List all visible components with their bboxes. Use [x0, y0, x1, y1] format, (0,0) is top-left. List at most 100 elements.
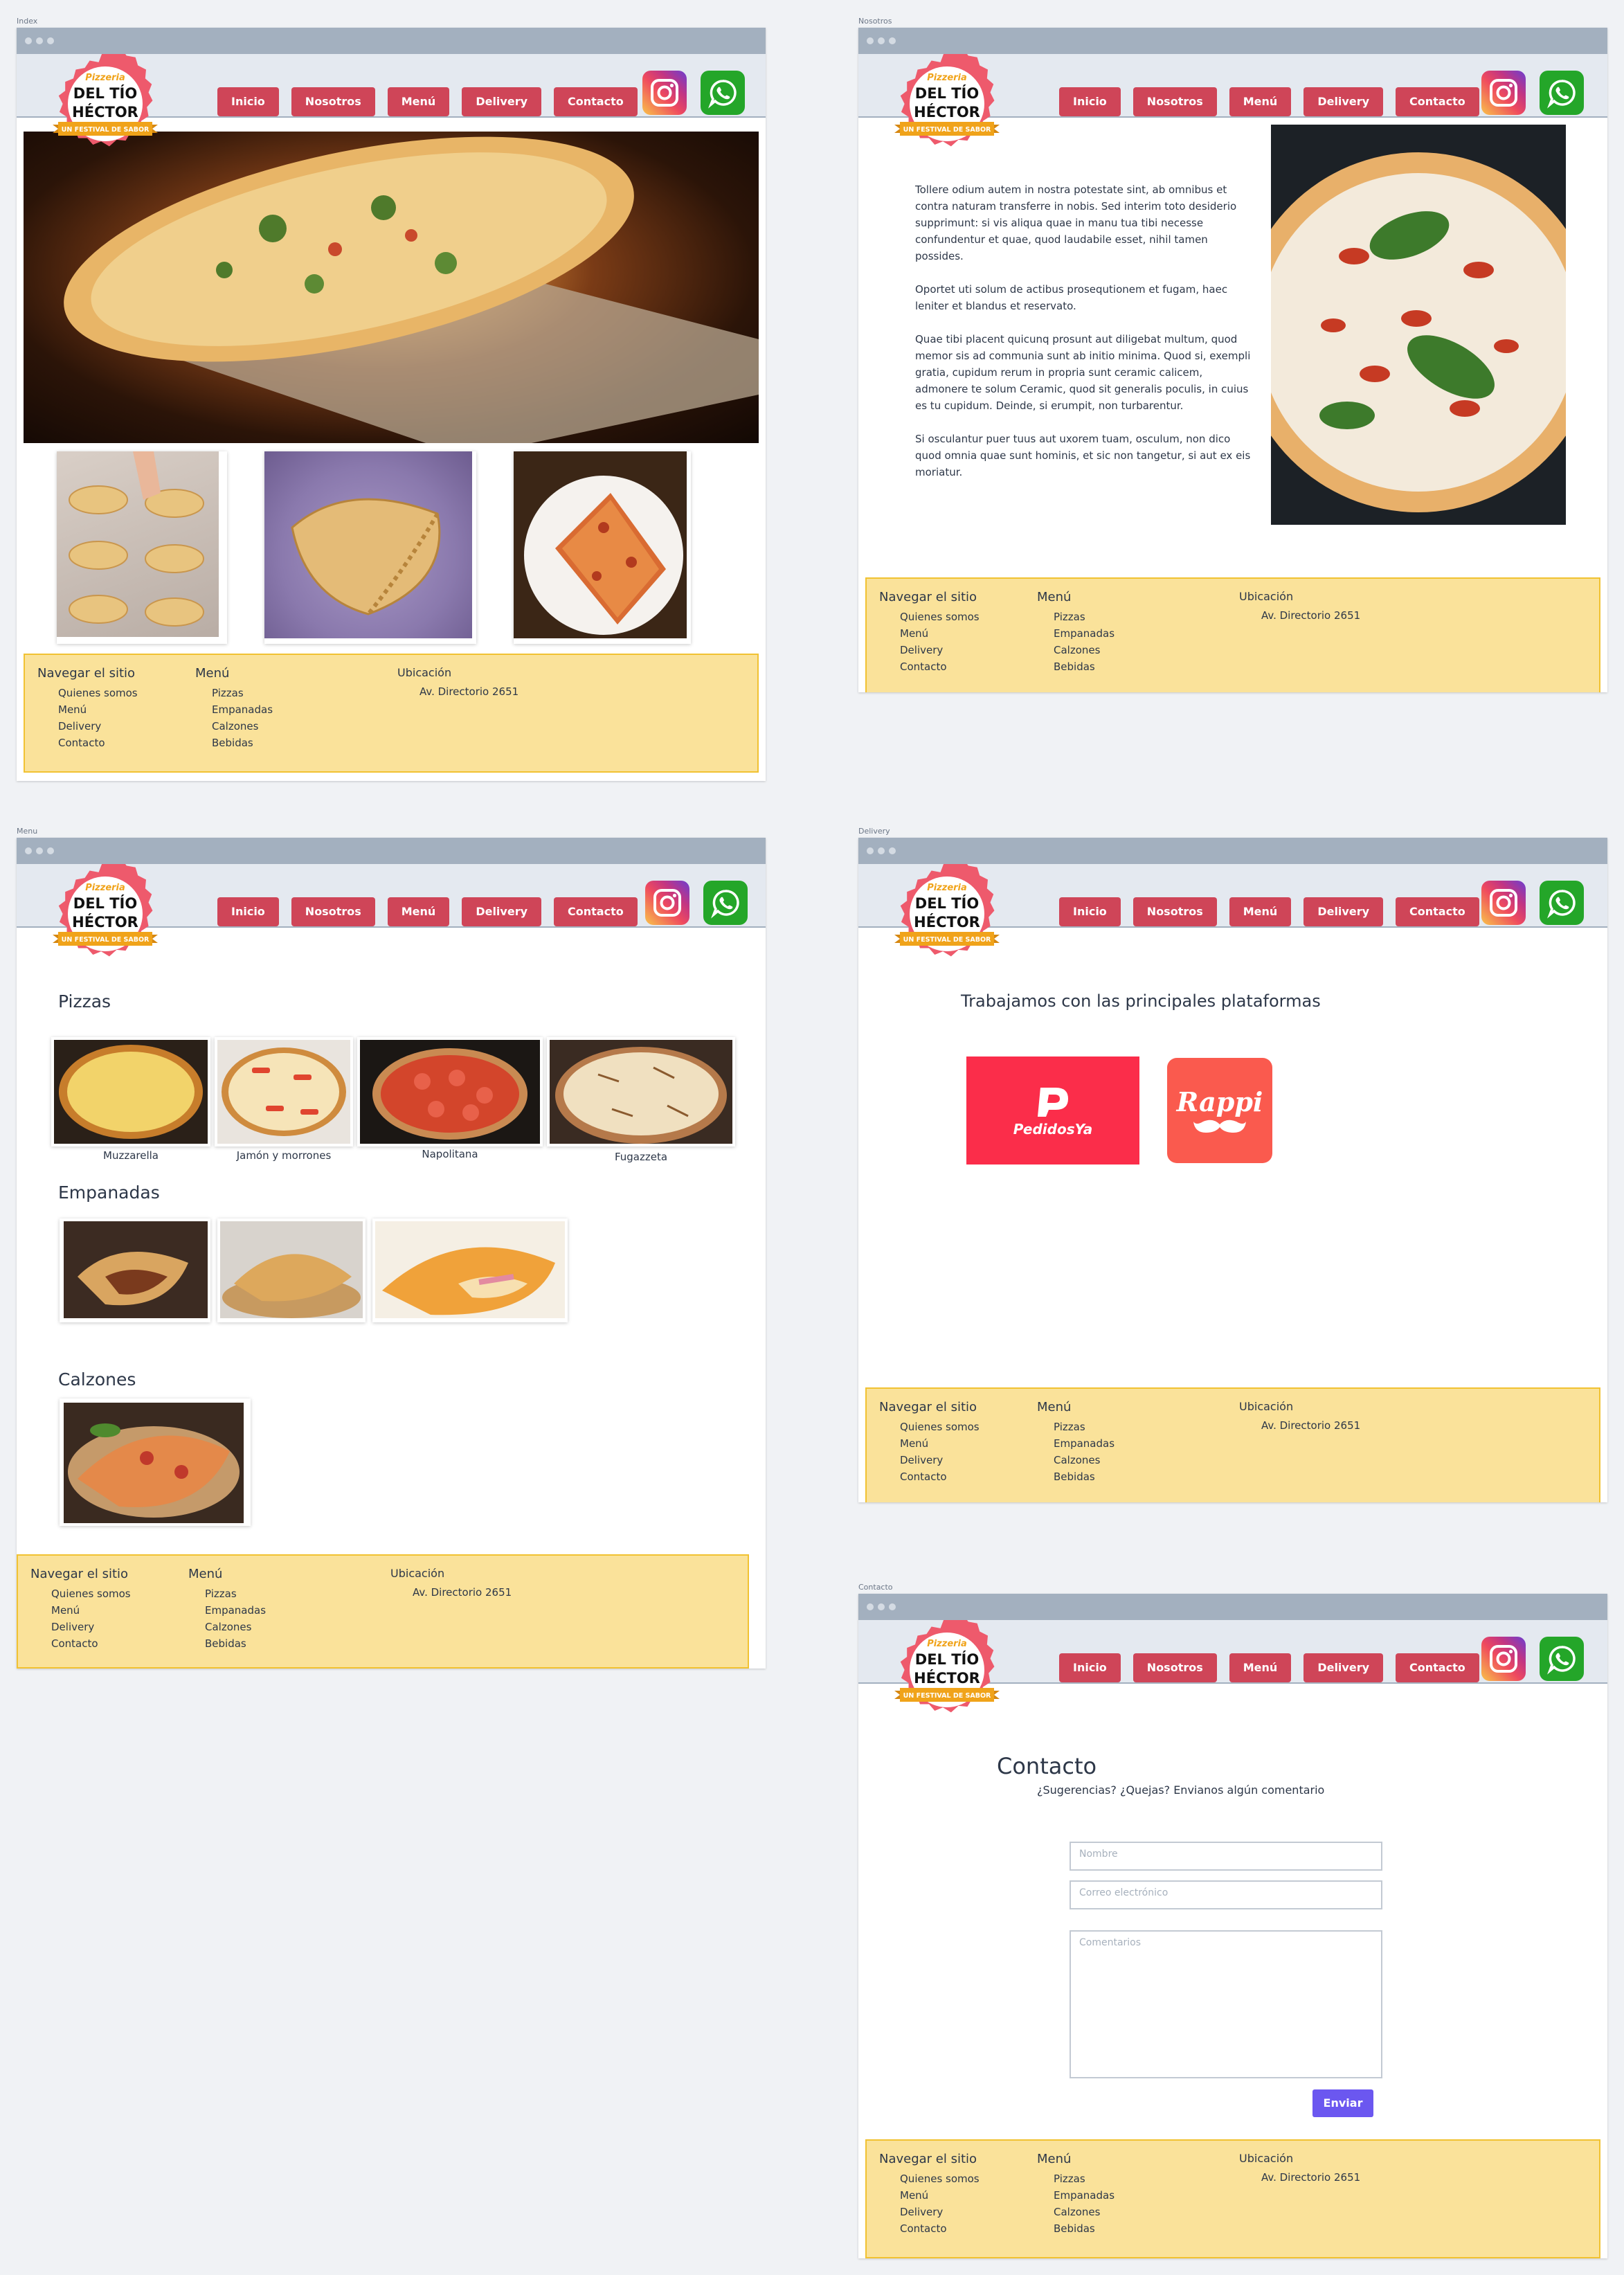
nav-contacto-button[interactable]: Contacto — [554, 87, 638, 116]
nav-nosotros-button[interactable]: Nosotros — [1133, 897, 1217, 926]
footer-link-bebidas[interactable]: Bebidas — [188, 1635, 266, 1652]
footer-location-title: Ubicación — [1239, 590, 1294, 603]
pizzeria-logo[interactable]: Pizzeria DEL TÍO HÉCTOR UN FESTIVAL DE S… — [37, 45, 173, 165]
footer-link-delivery[interactable]: Delivery — [30, 1619, 131, 1635]
pizzeria-logo[interactable]: Pizzeria DEL TÍO HÉCTOR UN FESTIVAL DE S… — [879, 45, 1015, 165]
footer-link-menu[interactable]: Menú — [879, 625, 980, 642]
footer-link-calzones[interactable]: Calzones — [1037, 2204, 1115, 2220]
footer-link-calzones[interactable]: Calzones — [195, 718, 273, 735]
nav-delivery-button[interactable]: Delivery — [462, 87, 542, 116]
nav-nosotros-button[interactable]: Nosotros — [291, 897, 375, 926]
menu-item-card[interactable] — [60, 1399, 251, 1526]
footer-link-contacto[interactable]: Contacto — [879, 658, 980, 675]
footer-link-quienes[interactable]: Quienes somos — [30, 1585, 131, 1602]
logo-top-text: Pizzeria — [85, 73, 125, 83]
footer-link-empanadas[interactable]: Empanadas — [195, 701, 273, 718]
footer-link-contacto[interactable]: Contacto — [879, 2220, 980, 2237]
footer-link-menu[interactable]: Menú — [879, 1435, 980, 1452]
footer-link-menu[interactable]: Menú — [30, 1602, 131, 1619]
pizzeria-logo[interactable]: Pizzeria DEL TÍO HÉCTOR UN FESTIVAL DE S… — [879, 855, 1015, 975]
nav-inicio-button[interactable]: Inicio — [1059, 897, 1121, 926]
footer-link-quienes[interactable]: Quienes somos — [37, 685, 138, 701]
nav-nosotros-button[interactable]: Nosotros — [1133, 87, 1217, 116]
footer-link-contacto[interactable]: Contacto — [30, 1635, 131, 1652]
footer-link-contacto[interactable]: Contacto — [879, 1468, 980, 1485]
menu-item-card[interactable] — [217, 1219, 366, 1322]
footer-link-pizzas[interactable]: Pizzas — [1037, 609, 1115, 625]
name-input[interactable]: Nombre — [1070, 1842, 1382, 1871]
nav-menu-button[interactable]: Menú — [1229, 1653, 1292, 1682]
menu-item-card[interactable] — [51, 1037, 210, 1147]
footer-link-menu[interactable]: Menú — [37, 701, 138, 718]
footer-link-pizzas[interactable]: Pizzas — [195, 685, 273, 701]
site-footer: Navegar el sitio Quienes somos Menú Deli… — [865, 2139, 1600, 2258]
nav-inicio-button[interactable]: Inicio — [1059, 87, 1121, 116]
instagram-icon[interactable] — [1481, 71, 1526, 115]
nav-delivery-button[interactable]: Delivery — [1303, 1653, 1384, 1682]
logo-top-text: Pizzeria — [927, 1639, 967, 1649]
pizzeria-logo[interactable]: Pizzeria DEL TÍO HÉCTOR UN FESTIVAL DE S… — [879, 1611, 1015, 1731]
footer-link-delivery[interactable]: Delivery — [37, 718, 138, 735]
nav-inicio-button[interactable]: Inicio — [1059, 1653, 1121, 1682]
whatsapp-icon[interactable] — [1540, 1637, 1584, 1681]
footer-link-delivery[interactable]: Delivery — [879, 2204, 980, 2220]
nav-delivery-button[interactable]: Delivery — [1303, 87, 1384, 116]
menu-item-card[interactable] — [357, 1037, 543, 1147]
pizzeria-logo[interactable]: Pizzeria DEL TÍO HÉCTOR UN FESTIVAL DE S… — [37, 855, 173, 975]
menu-item-card[interactable] — [547, 1037, 735, 1147]
footer-link-menu[interactable]: Menú — [879, 2187, 980, 2204]
footer-link-pizzas[interactable]: Pizzas — [188, 1585, 266, 1602]
nav-nosotros-button[interactable]: Nosotros — [291, 87, 375, 116]
rappi-logo[interactable]: Rappi — [1167, 1058, 1272, 1163]
footer-link-pizzas[interactable]: Pizzas — [1037, 2170, 1115, 2187]
footer-link-empanadas[interactable]: Empanadas — [1037, 1435, 1115, 1452]
footer-link-bebidas[interactable]: Bebidas — [1037, 658, 1115, 675]
whatsapp-icon[interactable] — [703, 881, 748, 925]
menu-item-card[interactable] — [60, 1219, 210, 1322]
instagram-icon[interactable] — [645, 881, 689, 925]
footer-link-calzones[interactable]: Calzones — [1037, 1452, 1115, 1468]
footer-link-delivery[interactable]: Delivery — [879, 642, 980, 658]
whatsapp-icon[interactable] — [701, 71, 745, 115]
comments-textarea[interactable]: Comentarios — [1070, 1930, 1382, 2078]
nav-contacto-button[interactable]: Contacto — [1396, 897, 1479, 926]
footer-link-calzones[interactable]: Calzones — [1037, 642, 1115, 658]
send-button[interactable]: Enviar — [1312, 2089, 1373, 2117]
footer-link-delivery[interactable]: Delivery — [879, 1452, 980, 1468]
pedidosya-logo[interactable]: PedidosYa — [966, 1056, 1139, 1165]
email-input[interactable]: Correo electrónico — [1070, 1880, 1382, 1909]
footer-link-pizzas[interactable]: Pizzas — [1037, 1419, 1115, 1435]
footer-link-calzones[interactable]: Calzones — [188, 1619, 266, 1635]
nav-delivery-button[interactable]: Delivery — [462, 897, 542, 926]
nav-delivery-button[interactable]: Delivery — [1303, 897, 1384, 926]
nav-menu-button[interactable]: Menú — [387, 897, 450, 926]
footer-link-quienes[interactable]: Quienes somos — [879, 2170, 980, 2187]
footer-link-quienes[interactable]: Quienes somos — [879, 609, 980, 625]
whatsapp-icon[interactable] — [1540, 881, 1584, 925]
nav-menu-button[interactable]: Menú — [387, 87, 450, 116]
footer-link-contacto[interactable]: Contacto — [37, 735, 138, 751]
instagram-icon[interactable] — [642, 71, 687, 115]
nav-inicio-button[interactable]: Inicio — [217, 897, 279, 926]
footer-link-empanadas[interactable]: Empanadas — [188, 1602, 266, 1619]
whatsapp-icon[interactable] — [1540, 71, 1584, 115]
nav-contacto-button[interactable]: Contacto — [1396, 1653, 1479, 1682]
pizza-muzzarella-image — [54, 1040, 208, 1144]
footer-link-quienes[interactable]: Quienes somos — [879, 1419, 980, 1435]
footer-link-bebidas[interactable]: Bebidas — [195, 735, 273, 751]
instagram-icon[interactable] — [1481, 1637, 1526, 1681]
nav-menu-button[interactable]: Menú — [1229, 897, 1292, 926]
nav-menu-button[interactable]: Menú — [1229, 87, 1292, 116]
nav-inicio-button[interactable]: Inicio — [217, 87, 279, 116]
instagram-icon[interactable] — [1481, 881, 1526, 925]
footer-link-empanadas[interactable]: Empanadas — [1037, 625, 1115, 642]
menu-item-card[interactable] — [215, 1037, 353, 1147]
nav-nosotros-button[interactable]: Nosotros — [1133, 1653, 1217, 1682]
footer-link-bebidas[interactable]: Bebidas — [1037, 2220, 1115, 2237]
nav-contacto-button[interactable]: Contacto — [1396, 87, 1479, 116]
footer-link-empanadas[interactable]: Empanadas — [1037, 2187, 1115, 2204]
nav-contacto-button[interactable]: Contacto — [554, 897, 638, 926]
menu-item-card[interactable] — [372, 1219, 568, 1322]
footer-link-bebidas[interactable]: Bebidas — [1037, 1468, 1115, 1485]
site-footer: Navegar el sitio Quienes somos Menú Deli… — [17, 1554, 749, 1669]
